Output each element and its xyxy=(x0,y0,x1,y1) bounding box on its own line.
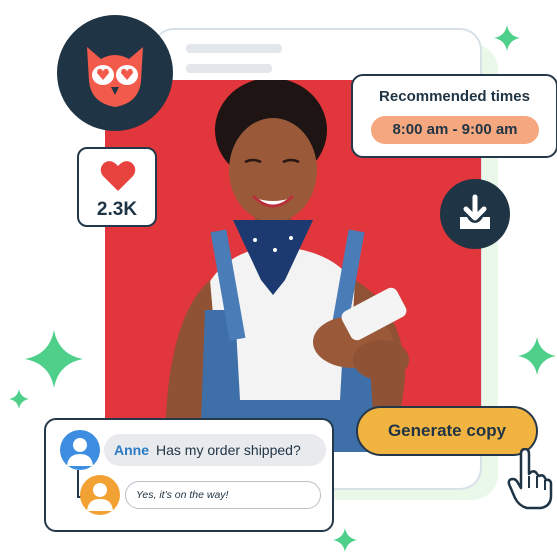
brand-owl-logo xyxy=(57,15,173,131)
sparkle-icon xyxy=(9,389,29,409)
incoming-message: Anne Has my order shipped? xyxy=(104,434,326,466)
heart-icon xyxy=(100,161,136,191)
sparkle-icon xyxy=(494,25,520,51)
user-icon xyxy=(87,483,113,511)
post-placeholder-line xyxy=(186,44,282,53)
sender-name: Anne xyxy=(114,442,149,458)
sparkle-icon xyxy=(25,330,83,388)
download-tray-icon xyxy=(460,194,490,229)
post-placeholder-line xyxy=(186,64,272,73)
sparkle-icon xyxy=(518,337,556,375)
likes-card: 2.3K xyxy=(77,147,157,227)
customer-avatar xyxy=(60,430,100,470)
chat-card: Anne Has my order shipped? Yes, it's on t… xyxy=(44,418,334,532)
recommended-times-title: Recommended times xyxy=(379,88,530,105)
incoming-message-text: Has my order shipped? xyxy=(156,442,301,458)
recommended-time-range[interactable]: 8:00 am - 9:00 am xyxy=(371,116,539,144)
recommended-times-card: Recommended times 8:00 am - 9:00 am xyxy=(351,74,557,158)
agent-avatar xyxy=(80,475,120,515)
user-icon xyxy=(67,438,93,466)
hand-pointer-icon xyxy=(507,448,553,510)
reply-input[interactable]: Yes, it's on the way! xyxy=(125,481,321,509)
download-button[interactable] xyxy=(440,179,510,249)
owl-icon xyxy=(87,47,143,107)
likes-count: 2.3K xyxy=(96,199,138,220)
sparkle-icon xyxy=(333,528,357,552)
